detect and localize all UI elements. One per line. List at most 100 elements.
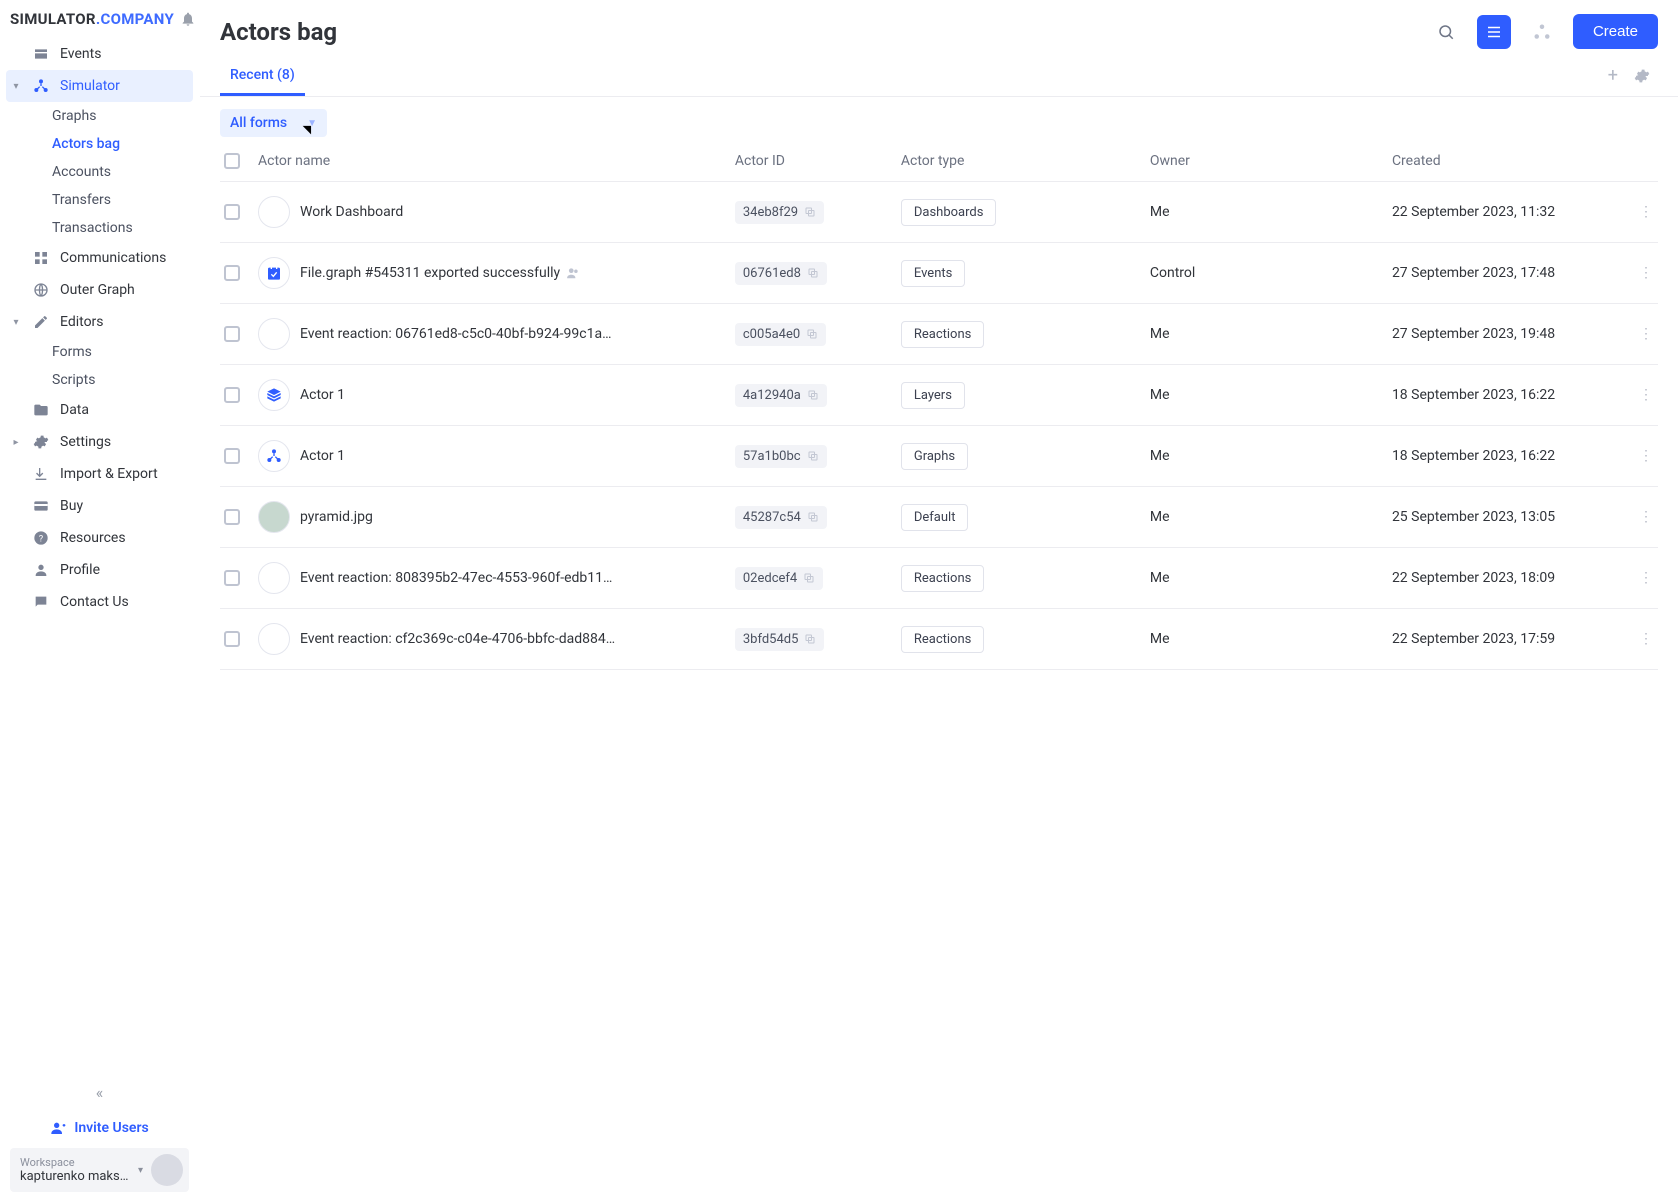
notification-bell-icon[interactable]	[180, 11, 196, 27]
sidebar-sub-scripts[interactable]: Scripts	[0, 366, 199, 394]
actor-name: Event reaction: 808395b2-47ec-4553-960f-…	[300, 570, 612, 586]
sidebar-sub-actors-bag[interactable]: Actors bag	[0, 130, 199, 158]
actor-id-chip[interactable]: c005a4e0	[735, 323, 826, 346]
workspace-selector[interactable]: Workspace kapturenko maksym ▾	[10, 1148, 189, 1192]
settings-button[interactable]	[1626, 60, 1658, 92]
row-checkbox[interactable]	[224, 631, 240, 647]
sidebar-sub-transactions[interactable]: Transactions	[0, 214, 199, 242]
actor-type-chip[interactable]: Dashboards	[901, 199, 997, 226]
sidebar-item-data[interactable]: Data	[0, 394, 199, 426]
copy-icon[interactable]	[804, 206, 816, 218]
select-all-checkbox[interactable]	[224, 153, 240, 169]
row-menu-button[interactable]: ⋮	[1634, 204, 1658, 220]
invite-users-button[interactable]: Invite Users	[10, 1112, 189, 1148]
copy-icon[interactable]	[803, 572, 815, 584]
actor-id-chip[interactable]: 3bfd54d5	[735, 628, 825, 651]
sidebar-item-communications[interactable]: Communications	[0, 242, 199, 274]
sidebar-sub-accounts[interactable]: Accounts	[0, 158, 199, 186]
table-row[interactable]: Actor 1 57a1b0bc Graphs Me 18 September …	[220, 426, 1658, 487]
row-checkbox[interactable]	[224, 387, 240, 403]
create-button[interactable]: Create	[1573, 14, 1658, 49]
sidebar-item-resources[interactable]: ? Resources	[0, 522, 199, 554]
row-checkbox[interactable]	[224, 570, 240, 586]
actor-type-chip[interactable]: Reactions	[901, 626, 985, 653]
table-row[interactable]: Event reaction: 06761ed8-c5c0-40bf-b924-…	[220, 304, 1658, 365]
sidebar-item-contact-us[interactable]: Contact Us	[0, 586, 199, 618]
brand-part2: .COMPANY	[96, 10, 174, 28]
actor-owner: Me	[1150, 326, 1392, 342]
column-header-id[interactable]: Actor ID	[735, 153, 901, 169]
actor-id-chip[interactable]: 45287c54	[735, 506, 827, 529]
actor-type-chip[interactable]: Events	[901, 260, 965, 287]
row-checkbox[interactable]	[224, 265, 240, 281]
row-menu-button[interactable]: ⋮	[1634, 448, 1658, 464]
sidebar-item-label: Outer Graph	[60, 282, 135, 298]
actor-type-chip[interactable]: Default	[901, 504, 969, 531]
search-button[interactable]	[1429, 15, 1463, 49]
copy-icon[interactable]	[807, 450, 819, 462]
sidebar-sub-forms[interactable]: Forms	[0, 338, 199, 366]
sidebar-sub-transfers[interactable]: Transfers	[0, 186, 199, 214]
collapse-sidebar-button[interactable]: «	[10, 1077, 189, 1112]
table-row[interactable]: Event reaction: cf2c369c-c04e-4706-bbfc-…	[220, 609, 1658, 670]
sidebar-item-events[interactable]: Events	[0, 38, 199, 70]
actor-type-chip[interactable]: Reactions	[901, 565, 985, 592]
actor-id-chip[interactable]: 02edcef4	[735, 567, 823, 590]
actor-type-chip[interactable]: Graphs	[901, 443, 968, 470]
sidebar-item-profile[interactable]: Profile	[0, 554, 199, 586]
add-tab-button[interactable]: +	[1600, 57, 1626, 94]
graph-view-button[interactable]	[1525, 15, 1559, 49]
sidebar-item-import-export[interactable]: Import & Export	[0, 458, 199, 490]
actor-type-chip[interactable]: Layers	[901, 382, 965, 409]
row-checkbox[interactable]	[224, 326, 240, 342]
sidebar-item-label: Simulator	[60, 78, 120, 94]
actor-owner: Me	[1150, 509, 1392, 525]
column-header-type[interactable]: Actor type	[901, 153, 1150, 169]
column-header-created[interactable]: Created	[1392, 153, 1634, 169]
column-header-name[interactable]: Actor name	[258, 153, 735, 169]
sidebar-item-editors[interactable]: ▾ Editors	[0, 306, 199, 338]
copy-icon[interactable]	[807, 389, 819, 401]
import-export-icon	[32, 465, 50, 483]
filter-label: All forms	[230, 115, 287, 131]
sidebar-item-settings[interactable]: ▸ Settings	[0, 426, 199, 458]
row-checkbox[interactable]	[224, 204, 240, 220]
actor-id-chip[interactable]: 4a12940a	[735, 384, 827, 407]
actor-id-chip[interactable]: 34eb8f29	[735, 201, 824, 224]
filter-all-forms[interactable]: All forms ▼ ◥	[220, 109, 327, 137]
copy-icon[interactable]	[807, 511, 819, 523]
list-view-button[interactable]	[1477, 15, 1511, 49]
tab-recent[interactable]: Recent (8)	[220, 55, 305, 96]
actor-type-chip[interactable]: Reactions	[901, 321, 985, 348]
copy-icon[interactable]	[807, 267, 819, 279]
sidebar-item-outer-graph[interactable]: Outer Graph	[0, 274, 199, 306]
row-checkbox[interactable]	[224, 448, 240, 464]
table-row[interactable]: Event reaction: 808395b2-47ec-4553-960f-…	[220, 548, 1658, 609]
table-row[interactable]: Actor 1 4a12940a Layers Me 18 September …	[220, 365, 1658, 426]
table-row[interactable]: File.graph #545311 exported successfully…	[220, 243, 1658, 304]
actor-created: 25 September 2023, 13:05	[1392, 509, 1634, 525]
row-menu-button[interactable]: ⋮	[1634, 265, 1658, 281]
invite-icon	[50, 1120, 66, 1136]
row-menu-button[interactable]: ⋮	[1634, 631, 1658, 647]
row-menu-button[interactable]: ⋮	[1634, 326, 1658, 342]
sidebar-item-buy[interactable]: Buy	[0, 490, 199, 522]
caret-down-icon: ▼	[307, 118, 317, 129]
table-row[interactable]: Work Dashboard 34eb8f29 Dashboards Me 22…	[220, 182, 1658, 243]
actor-owner: Me	[1150, 570, 1392, 586]
row-checkbox[interactable]	[224, 509, 240, 525]
sidebar-item-simulator[interactable]: ▾ Simulator	[6, 70, 193, 102]
table-row[interactable]: pyramid.jpg 45287c54 Default Me 25 Septe…	[220, 487, 1658, 548]
calendar-icon	[32, 45, 50, 63]
actor-id-chip[interactable]: 57a1b0bc	[735, 445, 827, 468]
sidebar-item-label: Contact Us	[60, 594, 129, 610]
column-header-owner[interactable]: Owner	[1150, 153, 1392, 169]
row-menu-button[interactable]: ⋮	[1634, 387, 1658, 403]
copy-icon[interactable]	[806, 328, 818, 340]
row-type-icon	[258, 196, 290, 228]
sidebar-sub-graphs[interactable]: Graphs	[0, 102, 199, 130]
row-menu-button[interactable]: ⋮	[1634, 509, 1658, 525]
actor-id-chip[interactable]: 06761ed8	[735, 262, 827, 285]
row-menu-button[interactable]: ⋮	[1634, 570, 1658, 586]
copy-icon[interactable]	[804, 633, 816, 645]
